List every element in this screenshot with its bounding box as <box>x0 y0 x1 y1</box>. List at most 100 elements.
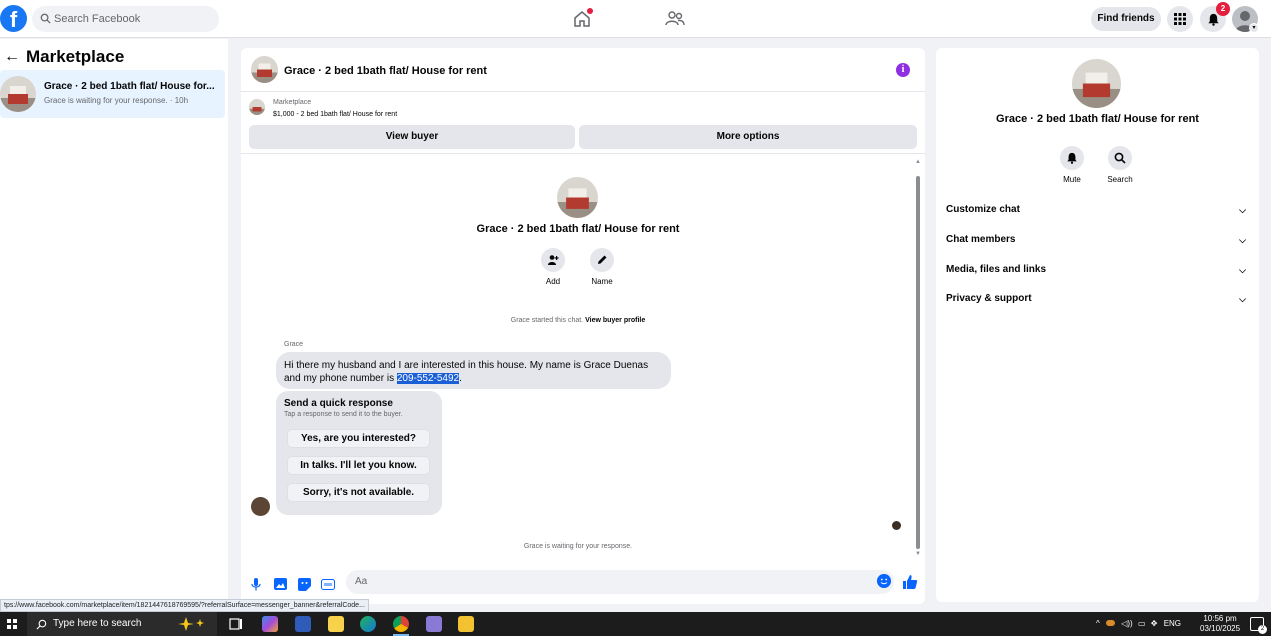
chat-header: Grace · 2 bed 1bath flat/ House for rent… <box>241 48 925 92</box>
grid-menu-icon <box>1174 13 1186 25</box>
sticker-icon[interactable] <box>297 577 311 591</box>
name-label: Name <box>591 277 613 286</box>
menu-button[interactable] <box>1167 6 1193 32</box>
microphone-icon[interactable] <box>249 577 263 591</box>
quick-response-option[interactable]: Sorry, it's not available. <box>287 483 430 502</box>
message-input[interactable]: Aa <box>346 570 894 594</box>
privacy-support-row[interactable]: Privacy & support ⌵ <box>946 287 1249 311</box>
thumbs-up-icon[interactable] <box>902 574 918 590</box>
task-view-icon[interactable] <box>228 616 244 632</box>
intro-title: Grace · 2 bed 1bath flat/ House for rent <box>476 223 680 235</box>
calendar-app-icon[interactable] <box>328 616 344 632</box>
customize-chat-row[interactable]: Customize chat ⌵ <box>946 198 1249 222</box>
quick-response-option[interactable]: In talks. I'll let you know. <box>287 456 430 475</box>
listing-thumbnail <box>0 76 36 112</box>
chat-avatar[interactable] <box>251 56 278 83</box>
notification-badge: 2 <box>1216 2 1230 16</box>
copilot-sparkle-icon[interactable] <box>178 616 204 632</box>
mute-button[interactable]: Mute <box>1052 146 1092 184</box>
chrome-browser-icon[interactable] <box>393 616 409 632</box>
link-status-bar: tps://www.facebook.com/marketplace/item/… <box>0 599 369 612</box>
chevron-down-icon: ⌵ <box>1239 235 1246 245</box>
more-options-button[interactable]: More options <box>579 125 917 149</box>
chat-members-row[interactable]: Chat members ⌵ <box>946 228 1249 252</box>
add-people-button[interactable]: Add <box>528 248 578 286</box>
volume-icon[interactable]: ◁)) <box>1121 619 1132 628</box>
action-center-badge: 2 <box>1258 625 1267 634</box>
view-buyer-profile-link[interactable]: View buyer profile <box>585 317 645 324</box>
bell-icon <box>1207 13 1219 26</box>
marketplace-sidebar: ← Marketplace Grace · 2 bed 1bath flat/ … <box>0 39 228 612</box>
weather-icon <box>1106 620 1115 626</box>
search-label: Search <box>1107 175 1133 184</box>
network-icon[interactable]: ▭ <box>1138 619 1146 628</box>
copilot-app-icon[interactable] <box>262 616 278 632</box>
gif-icon[interactable] <box>321 577 335 591</box>
add-label: Add <box>545 277 561 286</box>
details-title: Grace · 2 bed 1bath flat/ House for rent <box>996 113 1199 125</box>
intro-avatar <box>557 177 598 218</box>
search-icon <box>40 13 51 24</box>
windows-start-icon[interactable] <box>7 619 17 629</box>
clock[interactable]: 10:56 pm 03/10/2025 <box>1200 614 1240 634</box>
quick-response-title: Send a quick response <box>284 398 393 409</box>
emoji-icon[interactable] <box>877 574 891 588</box>
save-disk-icon[interactable] <box>295 616 311 632</box>
listing-banner: Marketplace $1,000 - 2 bed 1bath flat/ H… <box>241 92 925 154</box>
pencil-icon <box>598 255 607 264</box>
photos-app-icon[interactable] <box>426 616 442 632</box>
security-icon[interactable]: ✥ <box>1151 619 1158 628</box>
banner-category: Marketplace <box>273 99 312 106</box>
info-icon[interactable]: i <box>896 63 910 77</box>
details-avatar <box>1072 59 1121 108</box>
phone-number-selection[interactable]: 209-552-5492 <box>396 373 460 384</box>
edge-browser-icon[interactable] <box>360 616 376 632</box>
seen-indicator <box>892 521 901 530</box>
media-files-row[interactable]: Media, files and links ⌵ <box>946 258 1249 282</box>
sender-avatar[interactable] <box>251 497 270 516</box>
search-placeholder: Search Facebook <box>54 13 141 25</box>
scrollbar-thumb[interactable] <box>916 176 920 549</box>
conversation-title: Grace · 2 bed 1bath flat/ House for... <box>44 81 215 92</box>
chevron-down-icon: ⌵ <box>1239 205 1246 215</box>
windows-taskbar: Type here to search ^ ◁)) ▭ ✥ ENG 10:56 … <box>0 612 1271 636</box>
message-bubble[interactable]: Hi there my husband and I are interested… <box>276 352 671 389</box>
find-friends-button[interactable]: Find friends <box>1091 7 1161 31</box>
scroll-up-arrow-icon[interactable]: ▲ <box>915 159 921 165</box>
chat-title[interactable]: Grace · 2 bed 1bath flat/ House for rent <box>284 65 487 77</box>
banner-thumbnail <box>249 99 265 115</box>
top-navigation-bar: f Search Facebook Find friends 2 ▾ <box>0 0 1271 38</box>
search-icon <box>1114 152 1126 164</box>
conversation-details-panel: Grace · 2 bed 1bath flat/ House for rent… <box>936 48 1259 602</box>
chevron-down-icon: ⌵ <box>1239 265 1246 275</box>
chat-started-notice: Grace started this chat. View buyer prof… <box>510 317 646 324</box>
search-input[interactable]: Search Facebook <box>32 6 219 32</box>
account-chevron-icon[interactable]: ▾ <box>1249 23 1259 33</box>
sender-name: Grace <box>284 341 304 348</box>
search-conversation-button[interactable]: Search <box>1100 146 1140 184</box>
back-arrow-icon[interactable]: ← <box>4 48 20 66</box>
message-thread[interactable]: Grace · 2 bed 1bath flat/ House for rent… <box>241 155 925 565</box>
friends-icon[interactable] <box>664 8 686 30</box>
conversation-list-item[interactable]: Grace · 2 bed 1bath flat/ House for... G… <box>0 70 225 118</box>
chevron-up-icon[interactable]: ^ <box>1096 619 1100 628</box>
home-notification-dot <box>587 8 593 14</box>
banner-listing[interactable]: $1,000 - 2 bed 1bath flat/ House for ren… <box>273 111 397 118</box>
name-button[interactable]: Name <box>577 248 627 286</box>
mute-label: Mute <box>1063 175 1081 184</box>
page-title: Marketplace <box>26 47 125 66</box>
facebook-logo[interactable]: f <box>0 5 27 32</box>
search-icon <box>36 619 47 630</box>
quick-response-option[interactable]: Yes, are you interested? <box>287 429 430 448</box>
chevron-down-icon: ⌵ <box>1239 294 1246 304</box>
add-person-icon <box>548 255 559 265</box>
language-indicator[interactable]: ENG <box>1164 619 1181 628</box>
file-explorer-icon[interactable] <box>458 616 474 632</box>
scroll-down-arrow-icon[interactable]: ▼ <box>915 551 921 557</box>
bell-icon <box>1067 152 1077 164</box>
photo-icon[interactable] <box>273 577 287 591</box>
quick-response-subtitle: Tap a response to send it to the buyer. <box>284 411 403 418</box>
conversation-subtitle: Grace is waiting for your response. · 10… <box>44 96 189 105</box>
quick-response-card: Send a quick response Tap a response to … <box>276 391 442 515</box>
view-buyer-button[interactable]: View buyer <box>249 125 575 149</box>
